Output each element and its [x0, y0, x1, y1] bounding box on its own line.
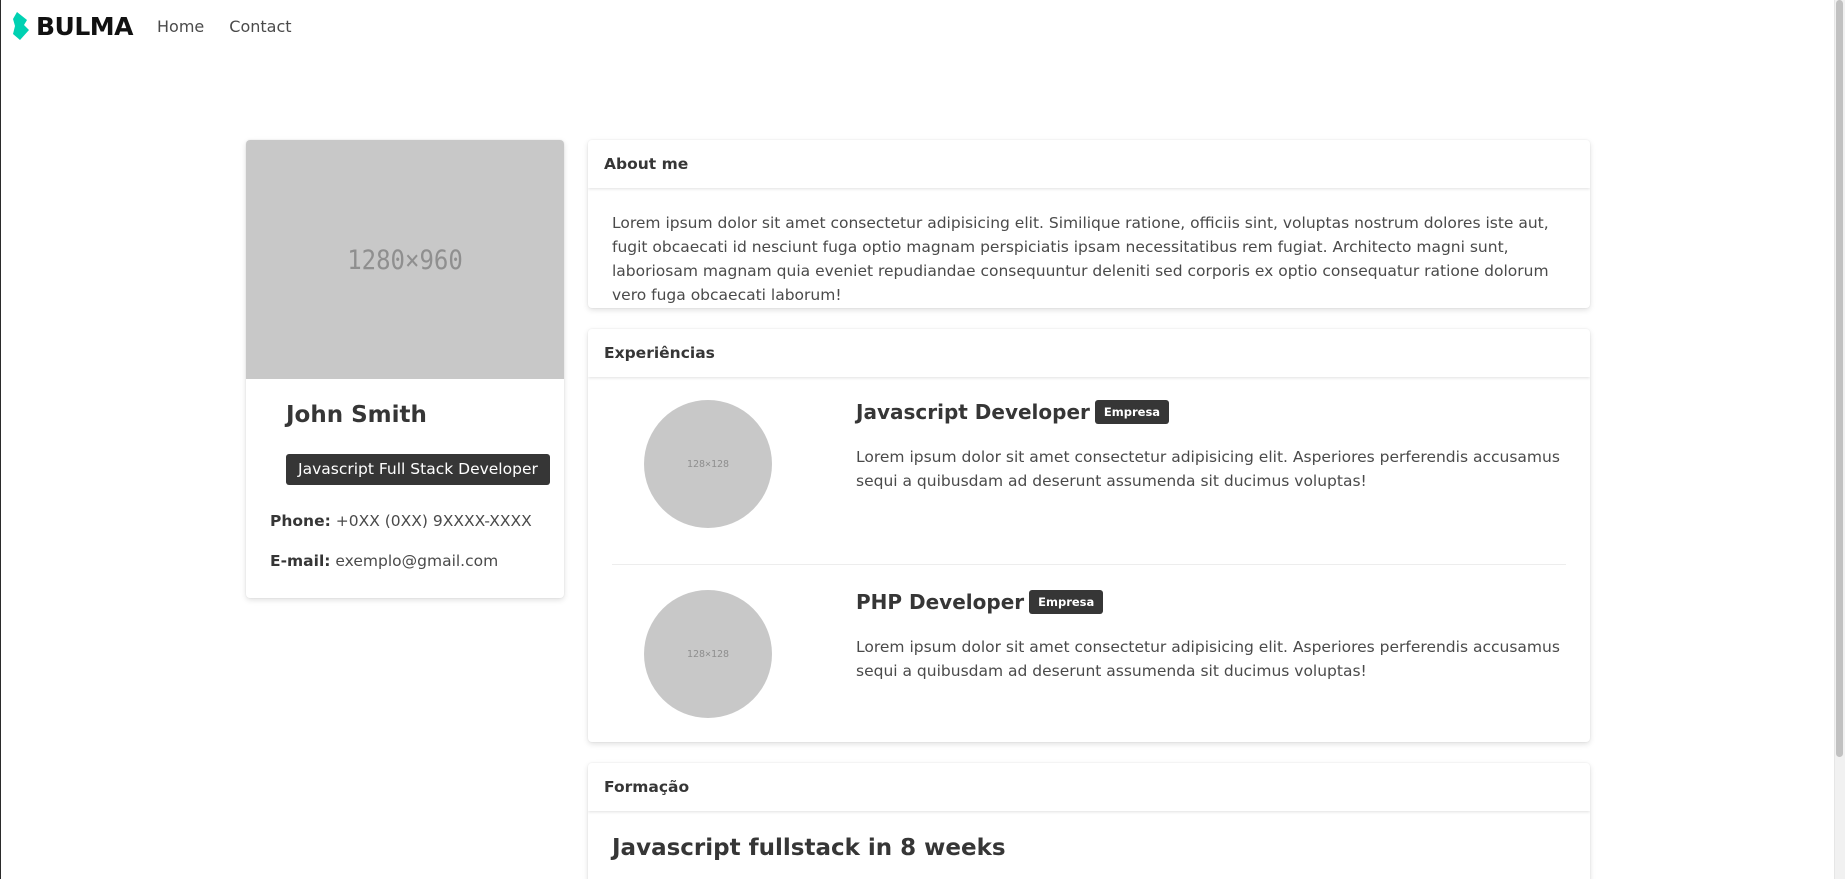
experiences-card-header: Experiências [588, 329, 1590, 377]
experience-avatar: 128×128 [644, 590, 772, 718]
email-line: E-mail: exemplo@gmail.com [270, 552, 498, 570]
experience-description: Lorem ipsum dolor sit amet consectetur a… [856, 638, 1560, 680]
formacao-card-header: Formação [588, 763, 1590, 811]
course-title: Javascript fullstack in 8 weeks [612, 835, 1006, 861]
formacao-card: Formação Javascript fullstack in 8 weeks [588, 763, 1590, 879]
profile-name: John Smith [286, 402, 427, 428]
experience-title: PHP Developer [856, 590, 1025, 614]
experience-avatar: 128×128 [644, 400, 772, 528]
about-card: About me Lorem ipsum dolor sit amet cons… [588, 140, 1590, 308]
scrollbar-thumb[interactable] [1836, 0, 1843, 757]
experience-avatar-placeholder: 128×128 [686, 648, 730, 660]
about-text: Lorem ipsum dolor sit amet consectetur a… [612, 214, 1549, 304]
experience-title-row: PHP Developer Empresa [856, 590, 1104, 614]
brand-logo[interactable]: BULMA [12, 11, 134, 41]
window-edge [0, 0, 1, 879]
navbar: BULMA Home Contact [12, 0, 317, 52]
scrollbar[interactable] [1834, 0, 1845, 879]
experience-description: Lorem ipsum dolor sit amet consectetur a… [856, 448, 1560, 490]
email-label: E-mail: [270, 552, 331, 570]
experience-title: Javascript Developer [856, 400, 1090, 424]
phone-line: Phone: +0XX (0XX) 9XXXX-XXXX [270, 512, 532, 530]
phone-value: +0XX (0XX) 9XXXX-XXXX [335, 512, 532, 530]
about-card-header: About me [588, 140, 1590, 188]
bulma-logo-icon [13, 12, 29, 40]
profile-image-placeholder: 1280×960 [347, 244, 463, 275]
experience-item: 128×128 PHP Developer Empresa Lorem ipsu… [612, 590, 1566, 742]
company-tag: Empresa [1029, 590, 1104, 614]
role-tag: Javascript Full Stack Developer [286, 454, 550, 485]
nav-home-link[interactable]: Home [157, 17, 204, 36]
profile-image: 1280×960 [246, 140, 564, 379]
experience-title-row: Javascript Developer Empresa [856, 400, 1170, 424]
experiences-card: Experiências 128×128 Javascript Develope… [588, 329, 1590, 742]
email-value: exemplo@gmail.com [335, 552, 499, 570]
brand-name: BULMA [36, 11, 134, 41]
company-tag: Empresa [1094, 400, 1170, 424]
profile-card: 1280×960 John Smith Javascript Full Stac… [246, 140, 564, 598]
experience-item: 128×128 Javascript Developer Empresa Lor… [612, 400, 1566, 590]
nav-contact-link[interactable]: Contact [229, 17, 291, 36]
phone-label: Phone: [270, 512, 331, 530]
experience-avatar-placeholder: 128×128 [686, 458, 730, 470]
experience-divider [612, 564, 1566, 565]
